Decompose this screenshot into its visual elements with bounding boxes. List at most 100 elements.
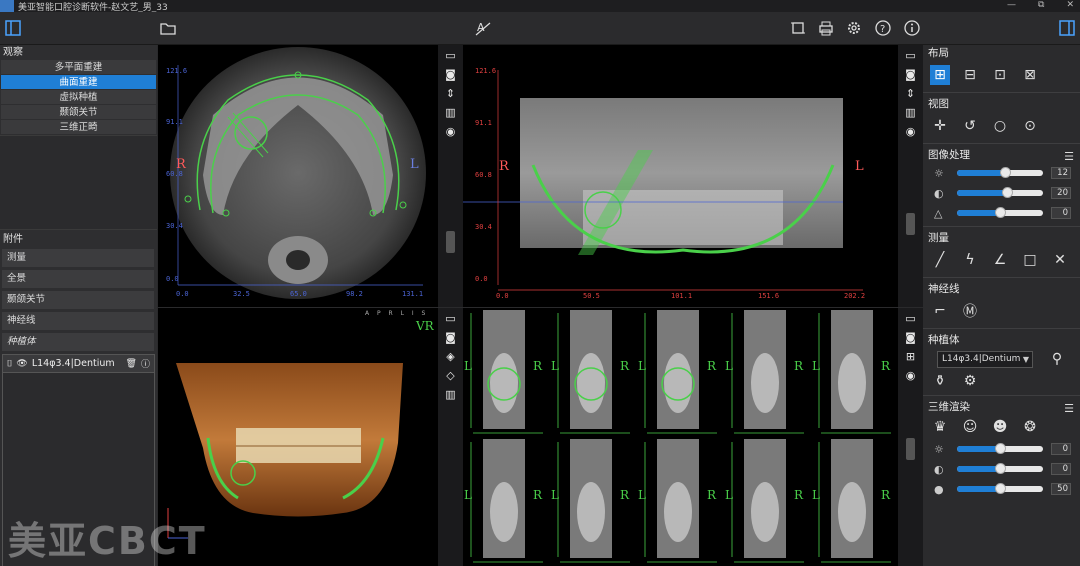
image-slider[interactable]: [957, 167, 1043, 178]
mode-item-orthodontics[interactable]: 三维正畸: [1, 120, 156, 135]
render-preset-face-icon[interactable]: ☻: [990, 417, 1010, 437]
attachment-nerve[interactable]: 神经线: [2, 312, 154, 330]
restore-button[interactable]: ⧉: [1038, 0, 1044, 10]
maximize-view-icon[interactable]: ▭: [444, 49, 458, 62]
panoramic-view[interactable]: R L 121.6 91.1 60.8 30.4 0.0 0.0 50.5 10…: [463, 45, 898, 307]
histogram-icon[interactable]: ▥: [444, 388, 458, 401]
render-slider-handle[interactable]: [995, 483, 1006, 494]
render-slider[interactable]: [957, 483, 1043, 494]
crop-screenshot-icon[interactable]: [788, 18, 808, 38]
eye-visibility-icon[interactable]: ◉: [444, 125, 458, 138]
cross-section-grid[interactable]: RLRLRLRLRLRLRLRLRLRL: [463, 308, 898, 566]
render-slider-value[interactable]: 0: [1051, 443, 1071, 455]
target-center-icon[interactable]: ⊙: [1020, 116, 1040, 136]
right-panel-toggle-icon[interactable]: [1057, 18, 1077, 38]
eye-visibility-icon[interactable]: ◉: [904, 125, 918, 138]
grid-layout-icon[interactable]: ⊞: [904, 350, 918, 363]
render-preset-teeth-icon[interactable]: ♛: [930, 417, 950, 437]
nerve-edit-icon[interactable]: Ⓜ: [960, 301, 980, 321]
attachment-implant[interactable]: 种植体: [2, 333, 154, 351]
image-slider-handle[interactable]: [1001, 187, 1013, 198]
image-slider-value[interactable]: 12: [1051, 167, 1071, 179]
render-slider-handle[interactable]: [995, 463, 1006, 474]
render-preset-bone-icon[interactable]: ❂: [1020, 417, 1040, 437]
mode-item-curved-reconstruction[interactable]: 曲面重建: [1, 75, 156, 90]
render-slider-handle[interactable]: [995, 443, 1006, 454]
angle-measure-icon[interactable]: ∠: [990, 250, 1010, 270]
histogram-icon[interactable]: ▥: [444, 106, 458, 119]
mode-item-virtual-implant[interactable]: 虚拟种植: [1, 90, 156, 105]
image-slider[interactable]: [957, 207, 1043, 218]
implant-info-icon[interactable]: ⓘ: [141, 357, 150, 370]
implant-edit-icon[interactable]: ⚙: [960, 371, 980, 391]
maximize-view-icon[interactable]: ▭: [444, 312, 458, 325]
zoom-icon[interactable]: ○: [990, 116, 1010, 136]
implant-select-dropdown[interactable]: L14φ3.4|Dentium ▼: [937, 350, 1033, 368]
pan-move-icon[interactable]: ✛: [930, 116, 950, 136]
rect-measure-icon[interactable]: □: [1020, 250, 1040, 270]
render-slider[interactable]: [957, 443, 1043, 454]
axial-x-tick: 65.0: [290, 290, 307, 298]
camera-snapshot-icon[interactable]: ◙: [904, 68, 918, 81]
slice-updown-icon[interactable]: ⇕: [444, 87, 458, 100]
rotate-icon[interactable]: ↺: [960, 116, 980, 136]
render-preset-skull-icon[interactable]: ☺: [960, 417, 980, 437]
3d-cube-icon[interactable]: ◈: [444, 350, 458, 363]
axial-slice-scrollbar[interactable]: [446, 231, 455, 253]
watermark: 美亚CBCT: [8, 519, 207, 563]
render-slider[interactable]: [957, 463, 1043, 474]
mode-item-mpr[interactable]: 多平面重建: [1, 60, 156, 75]
image-slider[interactable]: [957, 187, 1043, 198]
image-slider-value[interactable]: 20: [1051, 187, 1071, 199]
attachment-panorama[interactable]: 全景: [2, 270, 154, 288]
settings-gear-icon[interactable]: [844, 18, 864, 38]
eye-visibility-icon[interactable]: ◉: [904, 369, 918, 382]
cross-section-scrollbar[interactable]: [906, 438, 915, 460]
pano-slice-scrollbar[interactable]: [906, 213, 915, 235]
layout-p2-icon[interactable]: ⊠: [1020, 65, 1040, 85]
attachment-measure[interactable]: 测量: [2, 249, 154, 267]
clear-measure-icon[interactable]: ✕: [1050, 250, 1070, 270]
image-slider-value[interactable]: 0: [1051, 207, 1071, 219]
layout-alt-icon[interactable]: ⊟: [960, 65, 980, 85]
camera-snapshot-icon[interactable]: ◙: [904, 331, 918, 344]
eye-visibility-icon[interactable]: 👁: [16, 359, 27, 369]
pano-y-tick: 30.4: [475, 223, 492, 231]
implant-library-icon[interactable]: ⚲: [1047, 349, 1067, 369]
wireframe-cube-icon[interactable]: ◇: [444, 369, 458, 382]
slice-updown-icon[interactable]: ⇕: [904, 87, 918, 100]
maximize-view-icon[interactable]: ▭: [904, 312, 918, 325]
mode-item-tmj[interactable]: 颞颌关节: [1, 105, 156, 120]
attachment-tmj[interactable]: 颞颌关节: [2, 291, 154, 309]
minimize-button[interactable]: —: [1007, 0, 1016, 10]
annotation-tool-icon[interactable]: A: [473, 18, 493, 38]
render-slider-value[interactable]: 50: [1051, 483, 1071, 495]
layout-p-icon[interactable]: ⊡: [990, 65, 1010, 85]
camera-snapshot-icon[interactable]: ◙: [444, 68, 458, 81]
info-icon[interactable]: [902, 18, 922, 38]
image-slider-handle[interactable]: [995, 207, 1006, 218]
camera-snapshot-icon[interactable]: ◙: [444, 331, 458, 344]
volume-view-toolbar: ▭ ◙ ◈ ◇ ▥: [438, 308, 463, 566]
left-panel-toggle-icon[interactable]: [3, 18, 23, 38]
polyline-measure-icon[interactable]: ϟ: [960, 250, 980, 270]
menu-list-icon[interactable]: ☰: [1064, 401, 1074, 417]
delete-trash-icon[interactable]: 🗑: [126, 359, 137, 369]
side-label-l: L: [725, 488, 733, 502]
maximize-view-icon[interactable]: ▭: [904, 49, 918, 62]
axial-y-tick: 60.8: [166, 170, 183, 178]
image-slider-handle[interactable]: [1000, 167, 1012, 178]
menu-list-icon[interactable]: ☰: [1064, 149, 1074, 165]
axial-view[interactable]: R L 121.6 91.1 60.8 30.4 0.0 0.0 32.5 65…: [158, 45, 438, 307]
line-measure-icon[interactable]: ╱: [930, 250, 950, 270]
close-button[interactable]: ✕: [1066, 0, 1074, 10]
layout-2x2-icon[interactable]: ⊞: [930, 65, 950, 85]
implant-place-icon[interactable]: ⚱: [930, 371, 950, 391]
render-slider-value[interactable]: 0: [1051, 463, 1071, 475]
histogram-icon[interactable]: ▥: [904, 106, 918, 119]
implant-list-row[interactable]: ⌷ 👁 L14φ3.4|Dentium 🗑 ⓘ: [3, 355, 154, 373]
nerve-draw-icon[interactable]: ⌐: [930, 301, 950, 321]
print-icon[interactable]: [816, 18, 836, 38]
help-icon[interactable]: ?: [873, 18, 893, 38]
open-folder-icon[interactable]: [158, 18, 178, 38]
